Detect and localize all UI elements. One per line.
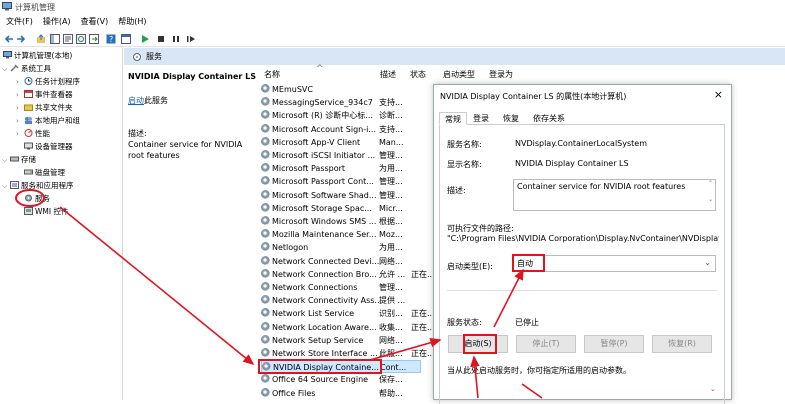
arrow-services-to-row (59, 206, 255, 366)
tab-general[interactable]: 常规 (439, 112, 467, 125)
arrow-bottom (521, 383, 543, 399)
arrow-to-startup-type (493, 268, 524, 328)
arrow-row-to-dialog (369, 338, 442, 361)
arrow-to-start-button (470, 355, 480, 399)
annotation-arrows (59, 206, 543, 399)
